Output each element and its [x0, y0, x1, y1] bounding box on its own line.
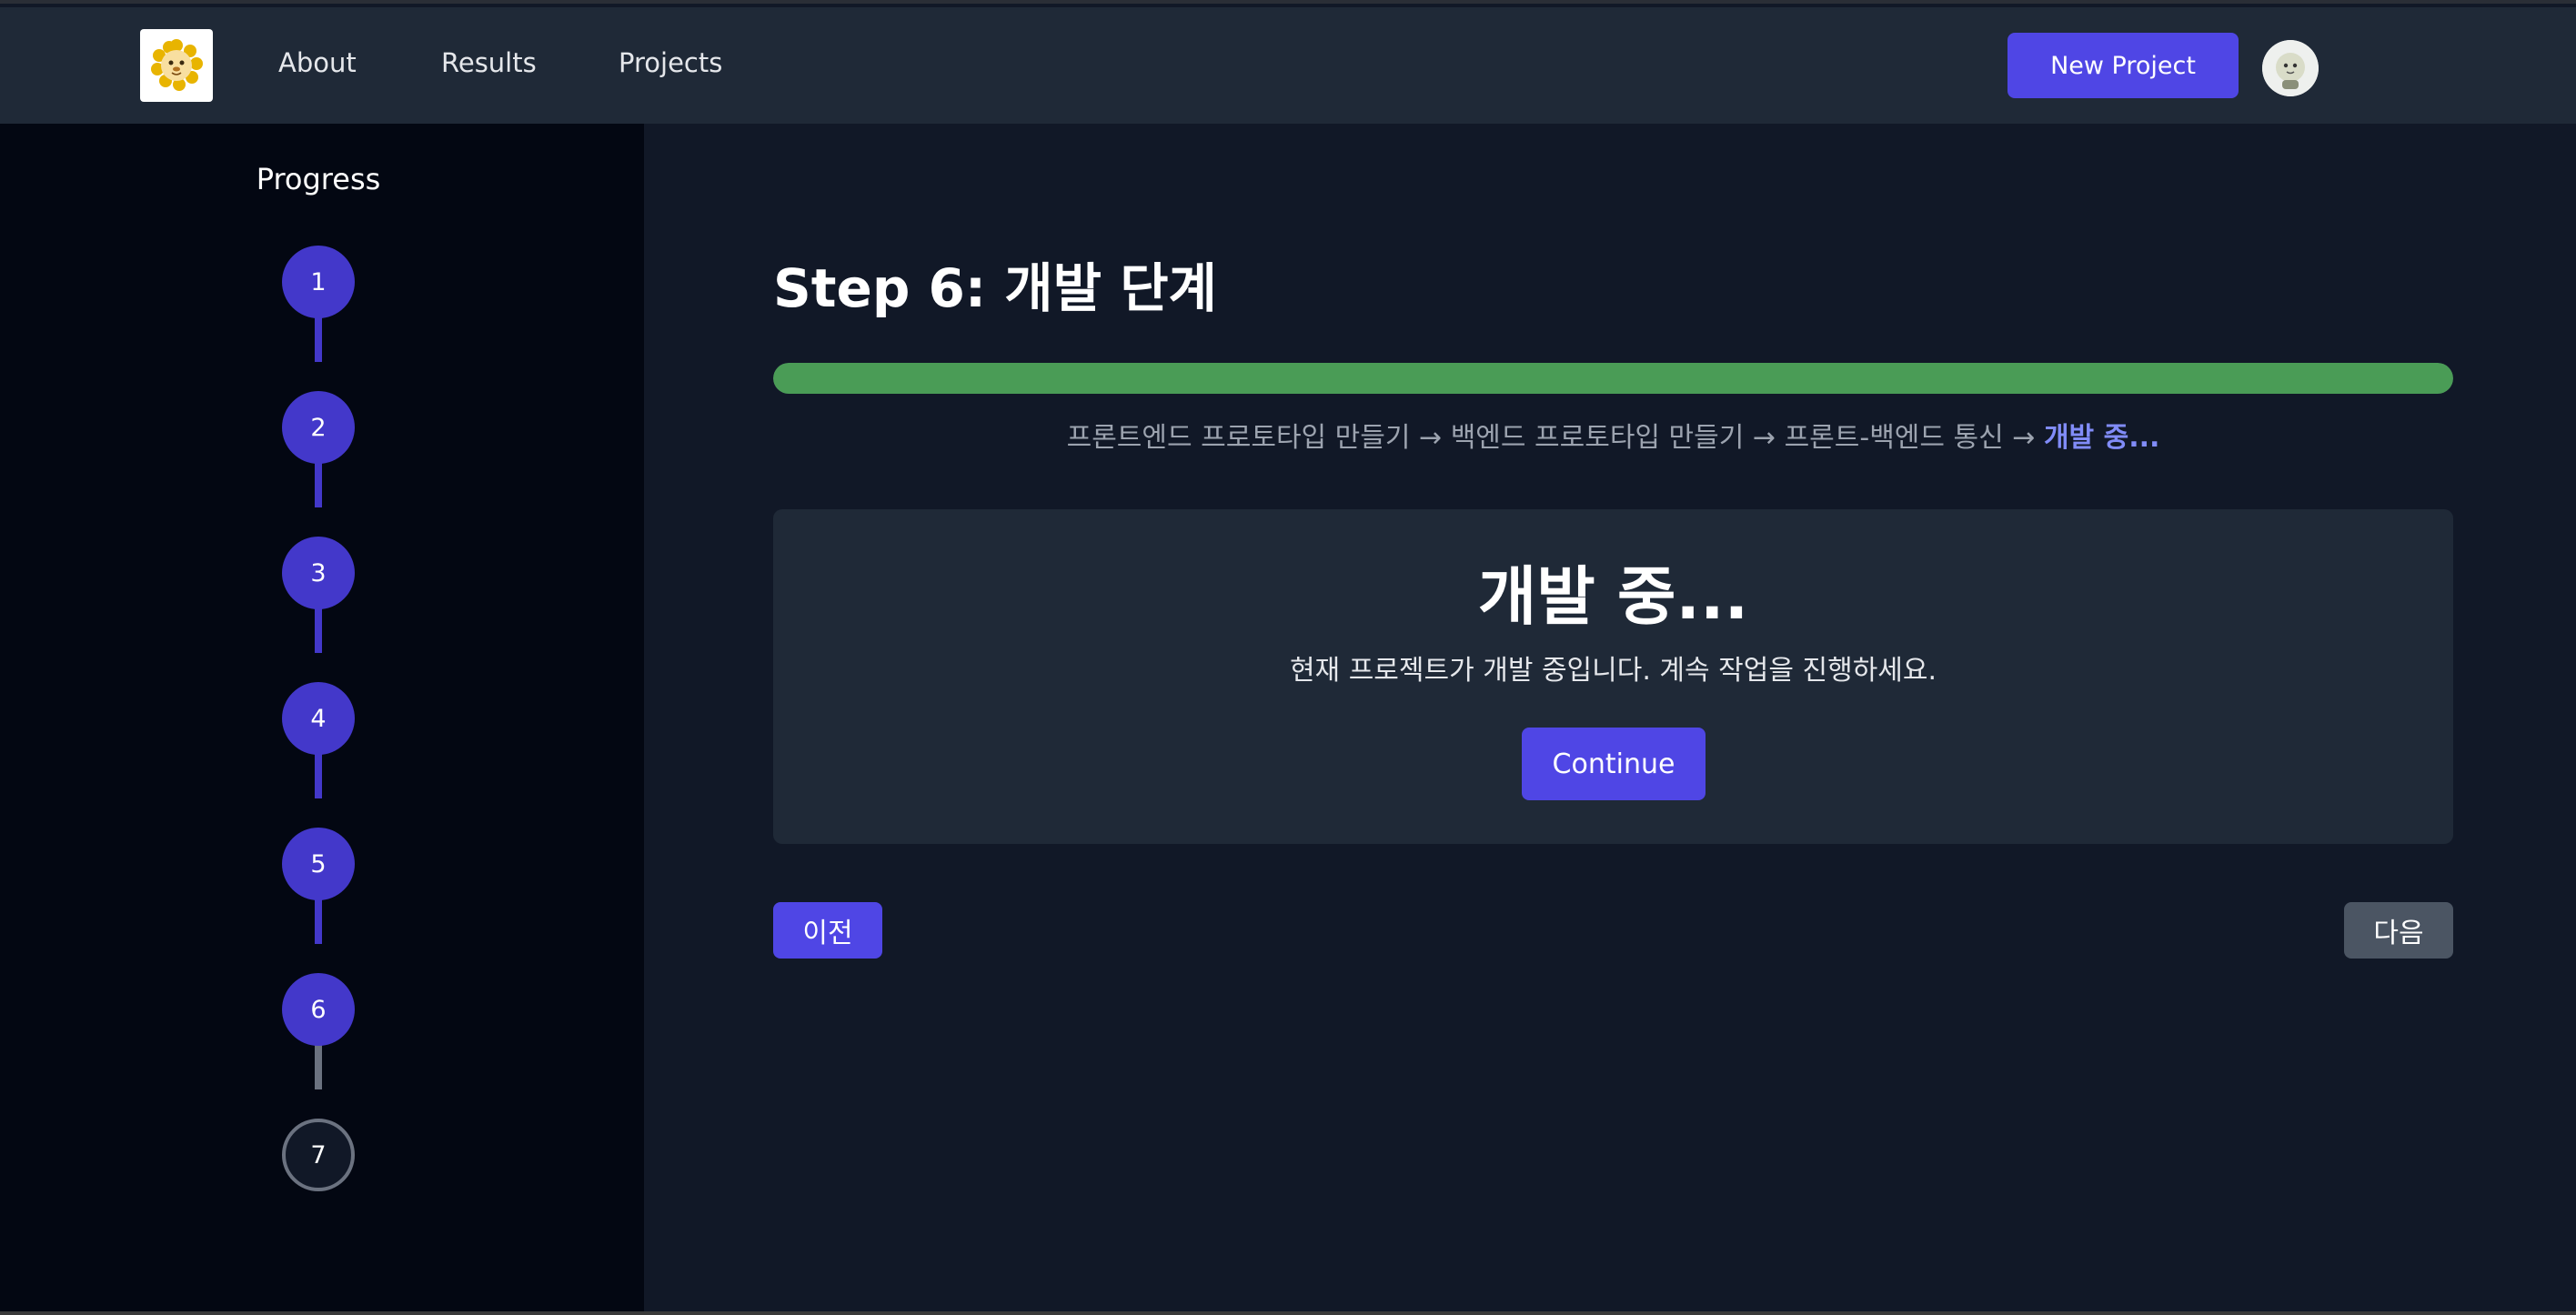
page-title: Step 6: 개발 단계 [773, 257, 1217, 319]
progress-bar [773, 363, 2453, 394]
breadcrumb: 프론트엔드 프로토타입 만들기 → 백엔드 프로토타입 만들기 → 프론트-백엔… [773, 415, 2453, 455]
progress-bar-fill [773, 363, 2453, 394]
top-navbar: About Results Projects New Project [0, 7, 2576, 124]
previous-button[interactable]: 이전 [773, 902, 882, 959]
nav-about-link[interactable]: About [278, 47, 357, 78]
new-project-button[interactable]: New Project [2007, 33, 2239, 98]
next-button[interactable]: 다음 [2344, 902, 2453, 959]
status-card-description: 현재 프로젝트가 개발 중입니다. 계속 작업을 진행하세요. [1289, 655, 1937, 687]
step-3-circle[interactable]: 3 [282, 537, 355, 609]
step-6-circle[interactable]: 6 [282, 973, 355, 1046]
breadcrumb-path: 프론트엔드 프로토타입 만들기 → 백엔드 프로토타입 만들기 → 프론트-백엔… [1066, 422, 2044, 454]
step-7-circle[interactable]: 7 [282, 1119, 355, 1191]
status-card: 개발 중... 현재 프로젝트가 개발 중입니다. 계속 작업을 진행하세요. … [773, 509, 2453, 844]
app-window: About Results Projects New Project Progr… [0, 0, 2576, 1315]
breadcrumb-current: 개발 중... [2043, 422, 2160, 454]
lion-logo-graphic [151, 39, 203, 91]
step-2-circle[interactable]: 2 [282, 391, 355, 464]
avatar-graphic [2262, 40, 2319, 96]
nav-projects-link[interactable]: Projects [619, 47, 722, 78]
sidebar-title: Progress [256, 162, 381, 196]
lion-logo-icon[interactable] [140, 29, 213, 102]
user-avatar-icon[interactable] [2262, 40, 2319, 96]
progress-sidebar: Progress 1 2 3 4 5 6 7 [0, 124, 644, 1311]
bottom-edge [0, 1311, 2576, 1315]
continue-button[interactable]: Continue [1522, 728, 1706, 800]
step-1-circle[interactable]: 1 [282, 246, 355, 318]
status-card-title: 개발 중... [1477, 559, 1749, 634]
nav-results-link[interactable]: Results [441, 47, 537, 78]
step-4-circle[interactable]: 4 [282, 682, 355, 755]
step-5-circle[interactable]: 5 [282, 828, 355, 900]
